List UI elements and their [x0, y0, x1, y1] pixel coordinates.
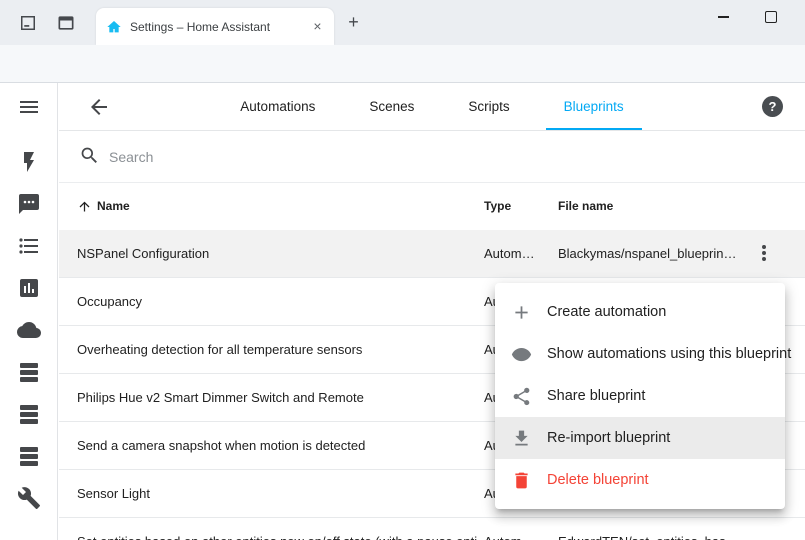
column-header-type[interactable]: Type: [484, 182, 511, 230]
row-file: EdwardTEN/set_entities_has…: [558, 518, 766, 540]
home-assistant-favicon: [106, 19, 122, 35]
blueprint-context-menu: Create automation Show automations using…: [495, 283, 785, 509]
plus-icon: [511, 302, 532, 323]
ha-header: Automations Scenes Scripts Blueprints ?: [59, 83, 805, 131]
ha-tab-bar: Automations Scenes Scripts Blueprints: [59, 83, 805, 130]
trash-icon: [511, 470, 532, 491]
browser-window: Settings – Home Assistant × + Not secure…: [0, 0, 805, 540]
server-icon[interactable]: [17, 360, 41, 384]
table-header: Name Type File name: [59, 182, 805, 231]
search-row: [59, 130, 805, 183]
column-header-name[interactable]: Name: [97, 182, 130, 230]
tab-scenes[interactable]: Scenes: [365, 83, 418, 130]
flash-icon[interactable]: [17, 150, 41, 174]
menu-item-label: Delete blueprint: [547, 472, 649, 488]
tab-scripts[interactable]: Scripts: [464, 83, 513, 130]
row-name: Occupancy: [77, 278, 142, 325]
ha-sidebar: [0, 83, 58, 540]
browser-toolbar: Not secure homeassistant.local:8123/... …: [0, 45, 805, 83]
workspaces-icon[interactable]: [18, 13, 38, 33]
menu-item-share-blueprint[interactable]: Share blueprint: [495, 375, 785, 417]
table-row[interactable]: NSPanel Configuration Autom… Blackymas/n…: [59, 230, 805, 278]
row-name: NSPanel Configuration: [77, 230, 209, 277]
tab-close-icon[interactable]: ×: [309, 18, 326, 35]
eye-icon: [511, 344, 532, 365]
menu-item-reimport-blueprint[interactable]: Re-import blueprint: [495, 417, 785, 459]
wrench-icon[interactable]: [17, 486, 41, 510]
menu-item-label: Share blueprint: [547, 388, 645, 404]
sort-arrow-up-icon[interactable]: [77, 199, 92, 214]
share-icon: [511, 386, 532, 407]
chat-icon[interactable]: [17, 192, 41, 216]
menu-item-delete-blueprint[interactable]: Delete blueprint: [495, 459, 785, 501]
menu-item-label: Create automation: [547, 304, 666, 320]
row-type: Autom…: [484, 518, 548, 540]
tab-automations[interactable]: Automations: [236, 83, 319, 130]
server-icon[interactable]: [17, 402, 41, 426]
browser-tab[interactable]: Settings – Home Assistant ×: [96, 8, 334, 45]
row-overflow-menu-icon[interactable]: [752, 241, 776, 265]
menu-icon[interactable]: [17, 95, 41, 119]
search-icon: [79, 145, 100, 166]
row-name: Sensor Light: [77, 470, 150, 517]
table-row[interactable]: Set entities based on other entities new…: [59, 518, 805, 540]
download-icon: [511, 428, 532, 449]
tab-blueprints[interactable]: Blueprints: [560, 83, 628, 130]
row-name: Overheating detection for all temperatur…: [77, 326, 362, 373]
row-name: Philips Hue v2 Smart Dimmer Switch and R…: [77, 374, 364, 421]
cloud-icon[interactable]: [17, 318, 41, 342]
search-input[interactable]: [107, 143, 431, 171]
server-icon[interactable]: [17, 444, 41, 468]
list-icon[interactable]: [17, 234, 41, 258]
browser-tab-strip: Settings – Home Assistant × +: [0, 0, 805, 45]
tab-title: Settings – Home Assistant: [130, 20, 309, 34]
row-name: Send a camera snapshot when motion is de…: [77, 422, 365, 469]
menu-item-label: Show automations using this blueprint: [547, 346, 791, 362]
menu-item-create-automation[interactable]: Create automation: [495, 291, 785, 333]
menu-item-label: Re-import blueprint: [547, 430, 670, 446]
minimize-button[interactable]: [702, 0, 744, 34]
new-tab-button[interactable]: +: [344, 13, 363, 32]
help-icon[interactable]: ?: [762, 96, 783, 117]
tab-preview-icon[interactable]: [56, 13, 76, 33]
chart-icon[interactable]: [17, 276, 41, 300]
row-file: Blackymas/nspanel_blueprin…: [558, 230, 766, 277]
row-name: Set entities based on other entities new…: [77, 518, 477, 540]
maximize-button[interactable]: [750, 0, 792, 34]
row-type: Autom…: [484, 230, 548, 277]
menu-item-show-automations[interactable]: Show automations using this blueprint: [495, 333, 785, 375]
column-header-file[interactable]: File name: [558, 182, 613, 230]
